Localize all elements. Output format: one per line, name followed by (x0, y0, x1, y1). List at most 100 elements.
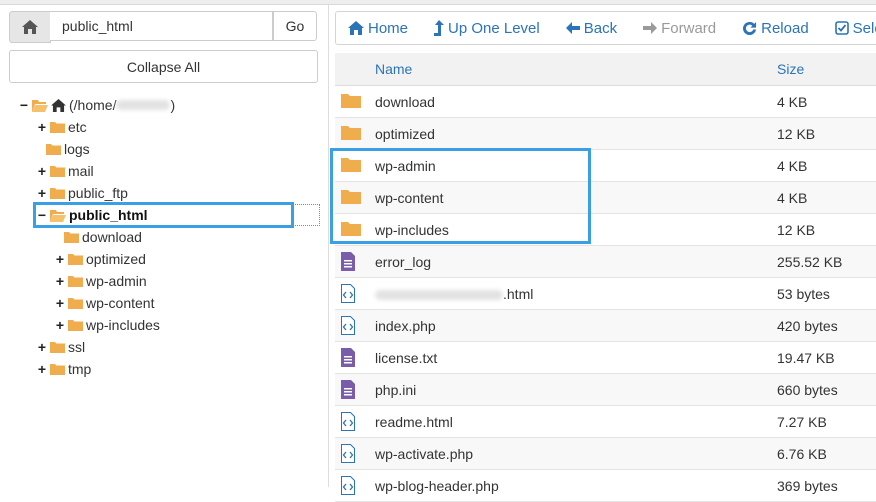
forward-label: Forward (661, 19, 717, 37)
panel-divider[interactable] (328, 5, 329, 487)
folder-icon (46, 144, 61, 155)
folder-icon (341, 94, 361, 108)
table-row[interactable]: error_log 255.52 KB (335, 246, 876, 278)
file-size: 7.27 KB (777, 414, 827, 430)
tree-item[interactable]: + tmp (36, 359, 91, 379)
path-bar: Go (9, 11, 318, 43)
arrow-left-icon (565, 22, 580, 34)
selected-folder-highlight (33, 202, 294, 228)
folder-icon (50, 342, 65, 353)
up-one-level-button[interactable]: Up One Level (434, 20, 540, 37)
tree-item[interactable]: + wp-includes (54, 315, 160, 335)
file-size: 660 bytes (777, 382, 838, 398)
folder-icon (50, 188, 65, 199)
tree-item[interactable]: + wp-content (54, 293, 155, 313)
file-type-icon (341, 316, 355, 338)
expand-toggle[interactable]: + (36, 361, 48, 377)
table-row[interactable]: .html 53 bytes (335, 278, 876, 310)
expand-toggle[interactable]: + (36, 339, 48, 355)
tree-root-label: (/home/ (69, 97, 117, 113)
tree-item[interactable]: + optimized (54, 249, 146, 269)
wp-folders-highlight (330, 148, 591, 244)
expand-toggle[interactable]: + (54, 295, 66, 311)
file-size: 12 KB (777, 222, 816, 238)
code-file-icon (341, 444, 355, 463)
select-all-button[interactable]: Select A (834, 20, 876, 37)
folder-icon (64, 232, 79, 243)
file-type-icon (341, 252, 355, 274)
file-name: optimized (375, 126, 435, 142)
checkbox-icon (834, 21, 849, 35)
file-name: license.txt (375, 350, 437, 366)
tree-item-label: download (82, 229, 142, 245)
folder-icon (50, 166, 65, 177)
home-path-button[interactable] (9, 11, 51, 43)
expand-toggle[interactable]: + (54, 273, 66, 289)
expand-toggle[interactable]: + (54, 251, 66, 267)
code-file-icon (341, 412, 355, 431)
table-header: Name Size (335, 53, 876, 86)
file-name-text: optimized (375, 126, 435, 142)
file-name-text: wp-blog-header.php (375, 478, 499, 494)
name-column-header[interactable]: Name (375, 61, 412, 77)
refresh-icon (743, 21, 757, 35)
path-input[interactable] (50, 11, 273, 41)
file-name-text: readme.html (375, 414, 453, 430)
home-button[interactable]: Home (348, 20, 408, 37)
size-column-header[interactable]: Size (777, 61, 804, 77)
file-size: 369 bytes (777, 478, 838, 494)
file-size: 19.47 KB (777, 350, 835, 366)
folder-icon (50, 364, 65, 375)
table-row[interactable]: readme.html 7.27 KB (335, 406, 876, 438)
back-button[interactable]: Back (565, 19, 618, 37)
tree-item-label: wp-content (86, 295, 155, 311)
tree-item[interactable]: download (64, 227, 142, 247)
file-size: 4 KB (777, 190, 808, 206)
reload-label: Reload (761, 19, 809, 37)
code-file-icon (341, 476, 355, 495)
text-file-icon (341, 348, 355, 367)
table-row[interactable]: wp-activate.php 6.76 KB (335, 438, 876, 470)
tree-item-label: logs (64, 141, 90, 157)
collapse-all-button[interactable]: Collapse All (9, 50, 318, 83)
collapse-toggle[interactable]: − (18, 97, 30, 113)
expand-toggle[interactable]: + (36, 163, 48, 179)
back-label: Back (583, 19, 618, 37)
expand-toggle[interactable]: + (36, 119, 48, 135)
table-row[interactable]: license.txt 19.47 KB (335, 342, 876, 374)
table-row[interactable]: wp-blog-header.php 369 bytes (335, 470, 876, 502)
file-name-text: wp-activate.php (375, 446, 474, 462)
file-name: download (375, 94, 435, 110)
tree-item[interactable]: + public_ftp (36, 183, 128, 203)
expand-toggle[interactable]: + (36, 185, 48, 201)
tree-item-label: wp-admin (86, 273, 147, 289)
home-icon (51, 98, 66, 112)
file-name: .html (375, 286, 533, 302)
go-button[interactable]: Go (273, 11, 317, 41)
tree-root[interactable]: − (/home/) (18, 95, 175, 115)
file-size: 53 bytes (777, 286, 830, 302)
table-row[interactable]: download 4 KB (335, 86, 876, 118)
tree-item[interactable]: logs (46, 139, 90, 159)
tree-item-label: ssl (68, 339, 86, 355)
code-file-icon (341, 284, 355, 303)
reload-button[interactable]: Reload (742, 20, 809, 37)
tree-item-label: wp-includes (86, 317, 160, 333)
tree-item[interactable]: + ssl (36, 337, 85, 357)
table-row[interactable]: index.php 420 bytes (335, 310, 876, 342)
tree-item[interactable]: + wp-admin (54, 271, 147, 291)
file-type-icon (341, 412, 355, 434)
file-type-icon (341, 124, 361, 143)
forward-button[interactable]: Forward (643, 20, 716, 37)
file-type-icon (341, 444, 355, 466)
focus-outline (290, 204, 320, 226)
file-name-text: license.txt (375, 350, 438, 366)
expand-toggle[interactable]: + (54, 317, 66, 333)
text-file-icon (341, 380, 355, 399)
table-row[interactable]: php.ini 660 bytes (335, 374, 876, 406)
table-row[interactable]: optimized 12 KB (335, 118, 876, 150)
folder-open-icon (32, 99, 48, 112)
file-type-icon (341, 476, 355, 498)
tree-item[interactable]: + etc (36, 117, 87, 137)
tree-item[interactable]: + mail (36, 161, 94, 181)
